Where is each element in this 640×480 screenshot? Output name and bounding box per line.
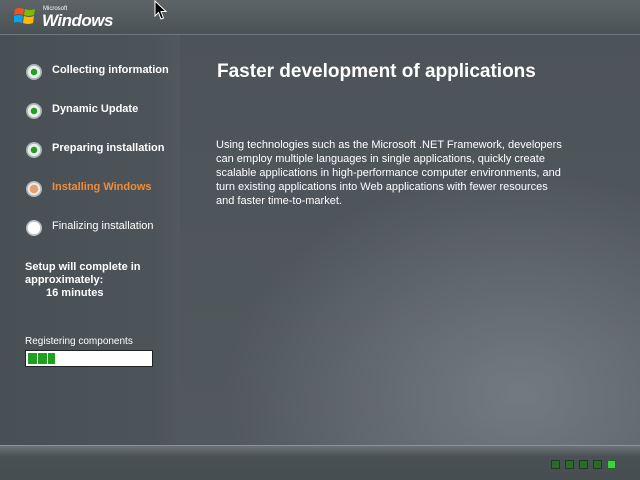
- step-label: Dynamic Update: [52, 103, 139, 115]
- activity-indicator-square: [593, 460, 602, 469]
- step-preparing-installation: Preparing installation: [26, 141, 176, 171]
- progress-bar: [25, 350, 153, 367]
- step-dynamic-update: Dynamic Update: [26, 102, 176, 132]
- step-status-icon: [26, 103, 42, 119]
- step-status-icon: [26, 64, 42, 80]
- step-installing-windows: Installing Windows: [26, 180, 176, 210]
- step-finalizing-installation: Finalizing installation: [26, 219, 176, 249]
- step-label: Preparing installation: [52, 142, 165, 154]
- step-label: Collecting information: [52, 64, 169, 76]
- header-bar: Microsoft Windows: [0, 0, 640, 35]
- progress-label: Registering components: [25, 336, 133, 347]
- step-status-icon: [26, 142, 42, 158]
- windows-flag-icon: [14, 8, 35, 24]
- time-remaining: Setup will complete in approximately: 16…: [25, 261, 175, 300]
- step-label: Finalizing installation: [52, 220, 154, 232]
- description-text: Using technologies such as the Microsoft…: [216, 139, 562, 207]
- footer-bar: [0, 445, 640, 480]
- windows-logo: Microsoft Windows: [14, 3, 114, 31]
- setup-screen: Microsoft Windows Collecting information…: [0, 0, 640, 480]
- activity-indicator-square: [579, 460, 588, 469]
- step-status-icon: [26, 181, 42, 197]
- time-remaining-label: Setup will complete in approximately:: [25, 261, 141, 286]
- mouse-cursor-icon: [154, 0, 168, 20]
- page-title: Faster development of applications: [217, 61, 536, 82]
- logo-windows-text: Windows: [42, 11, 113, 30]
- activity-indicator-square: [607, 460, 616, 469]
- step-collecting-information: Collecting information: [26, 63, 176, 93]
- time-remaining-value: 16 minutes: [46, 287, 104, 299]
- activity-indicator-square: [565, 460, 574, 469]
- activity-indicator: [551, 460, 621, 470]
- progress-bar-fill: [28, 353, 55, 364]
- step-label: Installing Windows: [52, 181, 152, 193]
- step-status-icon: [26, 220, 42, 236]
- activity-indicator-square: [551, 460, 560, 469]
